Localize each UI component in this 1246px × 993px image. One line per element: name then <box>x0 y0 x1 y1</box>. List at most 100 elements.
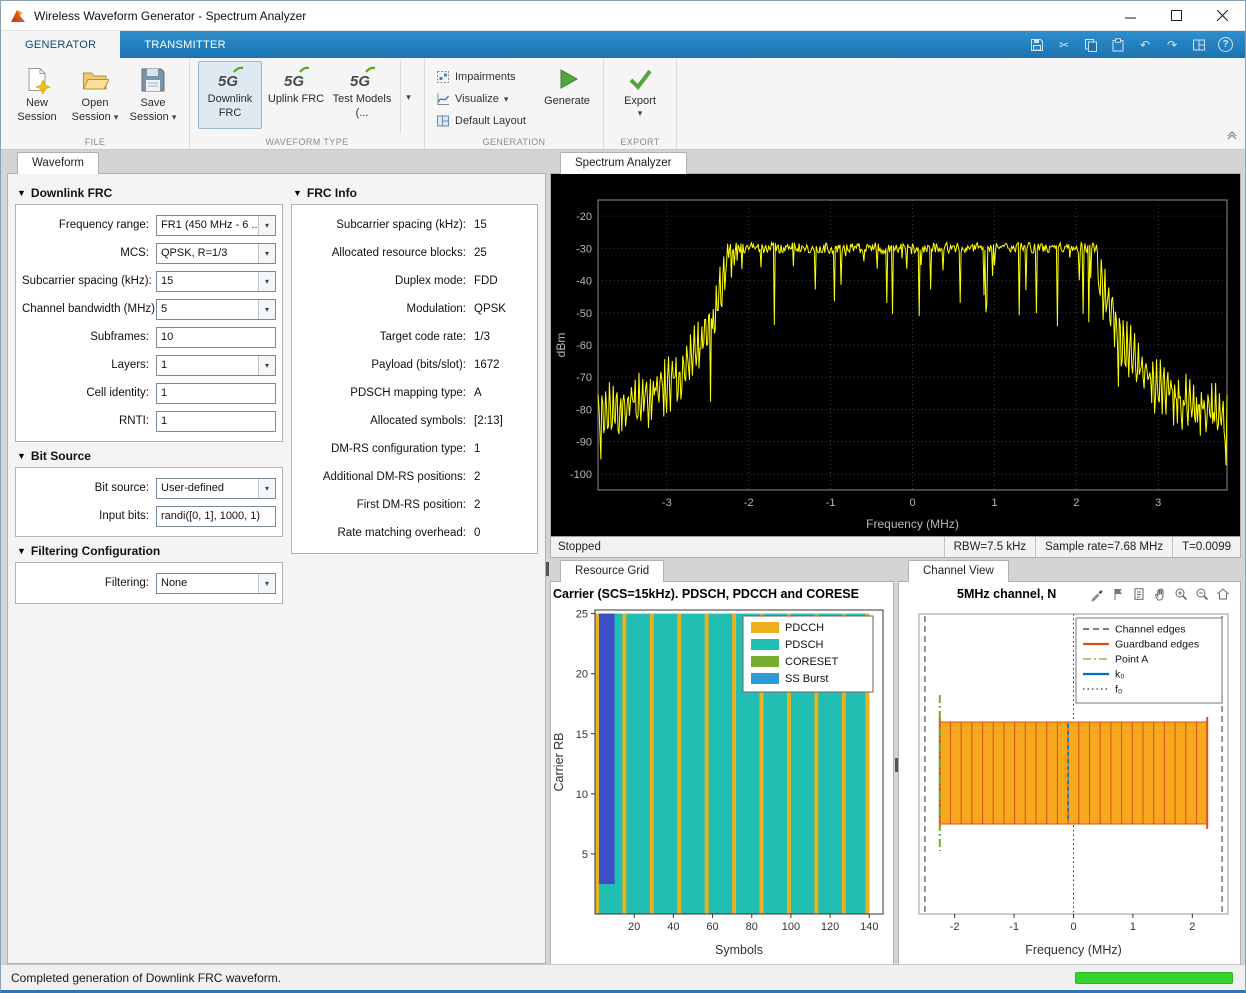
field-row: Frequency range:FR1 (450 MHz - 6 ...▾ <box>22 211 276 239</box>
tab-generator[interactable]: GENERATOR <box>1 31 120 58</box>
subframes-input[interactable] <box>156 327 276 348</box>
channel-bandwidth-select[interactable]: 5▾ <box>156 299 276 320</box>
filtering-label: Filtering: <box>22 577 156 589</box>
redo-icon[interactable]: ↷ <box>1164 37 1180 53</box>
frc-info-section-header[interactable]: ▼ FRC Info <box>293 186 538 200</box>
frequency-range-label: Frequency range: <box>22 219 156 231</box>
export-button[interactable]: Export ▾ <box>612 61 668 129</box>
test-models-button[interactable]: 5G Test Models (... <box>330 61 394 129</box>
field-row: Subcarrier spacing (kHz):15▾ <box>22 267 276 295</box>
svg-text:-60: -60 <box>576 340 592 352</box>
field-row: RNTI: <box>22 407 276 435</box>
svg-text:Point A: Point A <box>1115 654 1148 666</box>
frc-info-section-title: FRC Info <box>307 186 357 200</box>
svg-text:-80: -80 <box>576 404 592 416</box>
close-icon <box>1217 10 1228 21</box>
brush-icon[interactable] <box>1088 585 1106 603</box>
svg-text:20: 20 <box>576 669 588 681</box>
info-row: First DM-RS position:2 <box>298 491 531 519</box>
tab-resource-grid[interactable]: Resource Grid <box>560 560 664 582</box>
open-session-button[interactable]: Open Session ▾ <box>67 61 123 129</box>
layers-select[interactable]: 1▾ <box>156 355 276 376</box>
zoom-in-icon[interactable] <box>1172 585 1190 603</box>
copy-icon[interactable] <box>1083 37 1099 53</box>
downlink-frc-button[interactable]: 5G Downlink FRC <box>198 61 262 129</box>
bottom-splitter[interactable] <box>895 758 898 772</box>
frequency-range-select[interactable]: FR1 (450 MHz - 6 ...▾ <box>156 215 276 236</box>
svg-text:-40: -40 <box>576 276 592 288</box>
tab-waveform[interactable]: Waveform <box>17 152 99 174</box>
save-session-button[interactable]: Save Session ▾ <box>125 61 181 129</box>
close-button[interactable] <box>1199 1 1245 30</box>
subcarrier-spacing-value: 15 <box>157 275 258 287</box>
info-value: [2:13] <box>466 415 503 427</box>
cell-identity-input[interactable] <box>156 383 276 404</box>
default-layout-button[interactable]: Default Layout <box>433 110 537 132</box>
info-label: Payload (bits/slot): <box>298 359 466 371</box>
downlink-frc-section-header[interactable]: ▼ Downlink FRC <box>17 186 283 200</box>
filtering-groupbox: Filtering:None▾ <box>15 562 283 604</box>
mcs-select[interactable]: QPSK, R=1/3▾ <box>156 243 276 264</box>
help-icon[interactable]: ? <box>1218 37 1233 52</box>
bit-source-section-header[interactable]: ▼ Bit Source <box>17 449 283 463</box>
zoom-out-icon[interactable] <box>1193 585 1211 603</box>
subcarrier-spacing-select[interactable]: 15▾ <box>156 271 276 292</box>
pan-hand-icon[interactable] <box>1151 585 1169 603</box>
new-session-button[interactable]: New Session <box>9 61 65 129</box>
visualize-button[interactable]: Visualize ▾ <box>433 88 537 110</box>
bit-source-value: User-defined <box>157 482 258 494</box>
tab-spectrum-analyzer[interactable]: Spectrum Analyzer <box>560 152 687 174</box>
paste-icon[interactable] <box>1110 37 1126 53</box>
spectrum-status-bar: Stopped RBW=7.5 kHz Sample rate=7.68 MHz… <box>551 536 1240 557</box>
svg-text:5G: 5G <box>284 73 304 90</box>
tab-transmitter[interactable]: TRANSMITTER <box>120 31 250 58</box>
filtering-section-header[interactable]: ▼ Filtering Configuration <box>17 544 283 558</box>
svg-text:0: 0 <box>909 497 915 509</box>
rnti-input[interactable] <box>156 411 276 432</box>
svg-text:-70: -70 <box>576 372 592 384</box>
bit-source-select[interactable]: User-defined▾ <box>156 478 276 499</box>
svg-text:CORESET: CORESET <box>785 656 838 668</box>
info-label: Subcarrier spacing (kHz): <box>298 219 466 231</box>
tab-channel-view[interactable]: Channel View <box>908 560 1009 582</box>
notes-icon[interactable] <box>1130 585 1148 603</box>
svg-text:-100: -100 <box>570 469 592 481</box>
home-icon[interactable] <box>1214 585 1232 603</box>
minimize-button[interactable] <box>1107 1 1153 30</box>
app-window: Wireless Waveform Generator - Spectrum A… <box>0 0 1246 993</box>
input-bits-input[interactable] <box>156 506 276 527</box>
generate-button[interactable]: Generate <box>539 61 595 129</box>
svg-text:80: 80 <box>746 921 758 933</box>
svg-text:Carrier RB: Carrier RB <box>552 732 566 791</box>
svg-text:-30: -30 <box>576 243 592 255</box>
impairments-button[interactable]: Impairments <box>433 66 537 88</box>
5g-downlink-icon: 5G <box>214 66 246 90</box>
waveform-type-more-button[interactable]: ▾ <box>400 61 416 133</box>
dropdown-arrow-icon: ▾ <box>258 479 275 498</box>
subframes-label: Subframes: <box>22 331 156 343</box>
filtering-select[interactable]: None▾ <box>156 573 276 594</box>
info-value: 15 <box>466 219 487 231</box>
dropdown-arrow-icon: ▾ <box>258 300 275 319</box>
svg-text:Channel edges: Channel edges <box>1115 624 1186 636</box>
cut-icon[interactable]: ✂ <box>1056 37 1072 53</box>
collapse-triangle-icon: ▼ <box>17 451 26 461</box>
spectrum-analyzer-panel: Spectrum Analyzer -20-30-40-50-60-70-80-… <box>550 152 1241 558</box>
vertical-splitter[interactable] <box>546 562 549 576</box>
uplink-frc-button[interactable]: 5G Uplink FRC <box>264 61 328 129</box>
ribbon-toolbar: New Session Open Session ▾ Save Session … <box>1 58 1245 150</box>
maximize-button[interactable] <box>1153 1 1199 30</box>
info-value: 25 <box>466 247 487 259</box>
info-row: Allocated resource blocks:25 <box>298 239 531 267</box>
collapse-ribbon-button[interactable] <box>1225 128 1239 146</box>
quick-save-icon[interactable] <box>1029 37 1045 53</box>
resource-grid-plot: 20406080100120140510152025SymbolsCarrier… <box>551 604 893 962</box>
layout-icon[interactable] <box>1191 37 1207 53</box>
visualize-icon <box>436 92 450 106</box>
frc-info-groupbox: Subcarrier spacing (kHz):15 Allocated res… <box>291 204 538 554</box>
mcs-value: QPSK, R=1/3 <box>157 247 258 259</box>
info-row: Payload (bits/slot):1672 <box>298 351 531 379</box>
main-area: Waveform ▼ Downlink FRC Frequency range:… <box>1 150 1245 964</box>
undo-icon[interactable]: ↶ <box>1137 37 1153 53</box>
datatip-icon[interactable] <box>1109 585 1127 603</box>
